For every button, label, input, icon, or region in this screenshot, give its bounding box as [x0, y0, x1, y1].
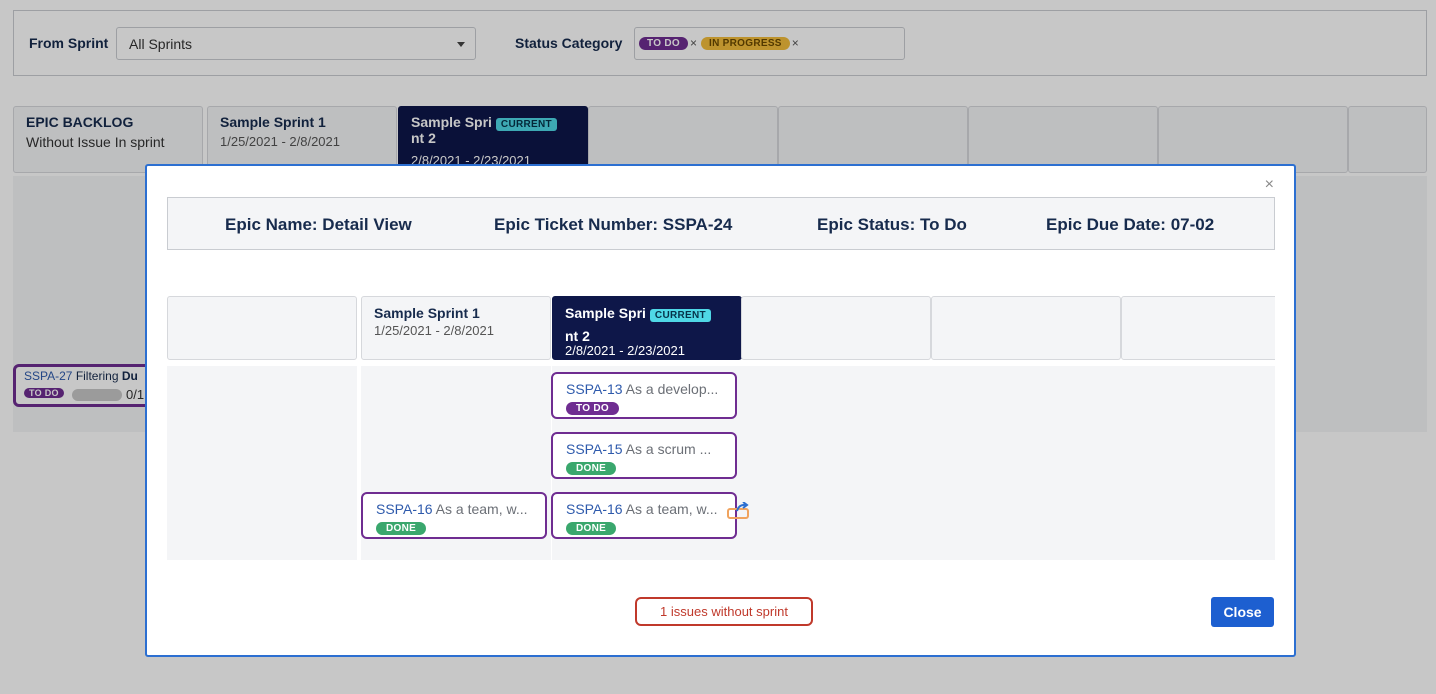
epic-detail-modal: × Epic Name: Detail View Epic Ticket Num…	[145, 164, 1296, 657]
epic-name: Epic Name: Detail View	[225, 215, 412, 234]
column-title: Sample Spri CURRENT nt 2	[565, 303, 735, 346]
sprint-board: Sample Sprint 1 1/25/2021 - 2/8/2021 Sam…	[167, 296, 1275, 560]
column-body	[1121, 366, 1275, 560]
column-body	[931, 366, 1121, 560]
sprint-column-header-1: Sample Sprint 1 1/25/2021 - 2/8/2021	[361, 296, 551, 360]
column-body	[741, 366, 931, 560]
status-badge: DONE	[376, 522, 427, 535]
column-body	[167, 366, 357, 560]
status-badge: DONE	[566, 462, 617, 475]
sprint-column-header-current: Sample Spri CURRENT nt 2 2/8/2021 - 2/23/2…	[552, 296, 742, 360]
epic-info-bar: Epic Name: Detail View Epic Ticket Numbe…	[167, 197, 1275, 250]
backlog-column-header	[167, 296, 357, 360]
issue-summary: SSPA-15 As a scrum ...	[566, 441, 712, 457]
rotate-arrow-icon[interactable]	[727, 502, 751, 520]
empty-column-header	[741, 296, 931, 360]
issue-card[interactable]: SSPA-13 As a develop... TO DO	[551, 372, 737, 419]
status-badge: DONE	[566, 522, 617, 535]
issue-summary: SSPA-13 As a develop...	[566, 381, 719, 397]
status-badge: TO DO	[566, 402, 619, 415]
issue-card[interactable]: SSPA-15 As a scrum ... DONE	[551, 432, 737, 479]
close-icon[interactable]: ×	[1265, 176, 1274, 194]
epic-status: Epic Status: To Do	[817, 215, 967, 234]
issue-summary: SSPA-16 As a team, w...	[566, 501, 718, 517]
issue-card[interactable]: SSPA-16 As a team, w... DONE	[551, 492, 737, 539]
column-dates: 1/25/2021 - 2/8/2021	[374, 323, 494, 338]
current-badge: CURRENT	[649, 309, 711, 322]
issue-summary: SSPA-16 As a team, w...	[376, 501, 528, 517]
column-dates: 2/8/2021 - 2/23/2021	[565, 343, 685, 358]
empty-column-header	[1121, 296, 1275, 360]
empty-column-header	[931, 296, 1121, 360]
column-title: Sample Sprint 1	[374, 305, 480, 321]
issue-card[interactable]: SSPA-16 As a team, w... DONE	[361, 492, 547, 539]
epic-ticket-number: Epic Ticket Number: SSPA-24	[494, 215, 733, 234]
issues-without-sprint-button[interactable]: 1 issues without sprint	[635, 597, 813, 626]
close-button[interactable]: Close	[1211, 597, 1274, 627]
epic-due-date: Epic Due Date: 07-02	[1046, 215, 1215, 234]
